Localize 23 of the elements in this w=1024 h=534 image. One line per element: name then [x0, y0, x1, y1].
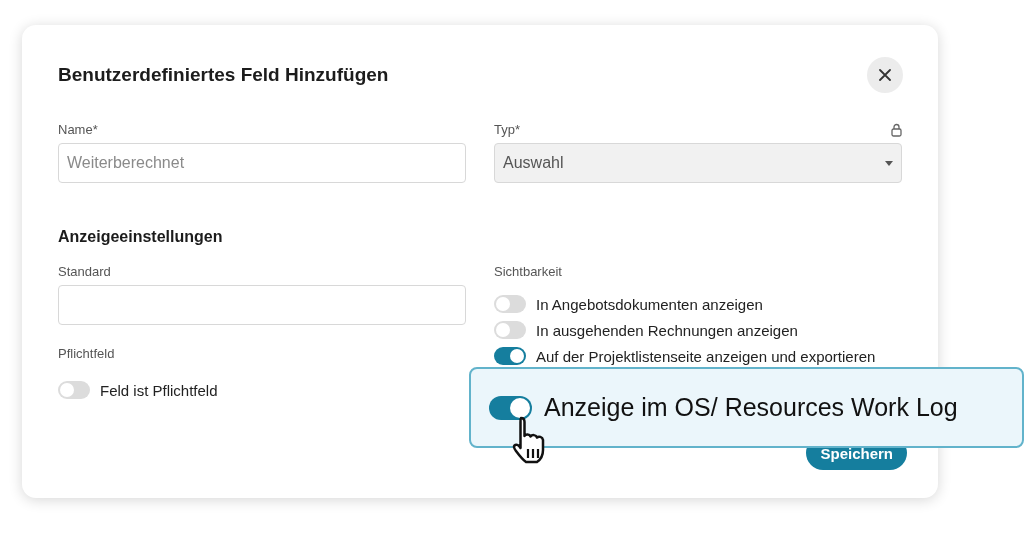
toggle-switch[interactable]: [494, 295, 526, 313]
close-icon: [879, 69, 891, 81]
field-label: Name*: [58, 121, 98, 139]
field-label: Typ*: [494, 121, 520, 139]
select-field[interactable]: Auswahl: [494, 143, 902, 183]
section-title: Anzeigeeinstellungen: [58, 227, 224, 247]
close-button[interactable]: [867, 57, 903, 93]
input-field[interactable]: Weiterberechnet: [58, 143, 466, 183]
dialog-title: Benutzerdefiniertes Feld Hinzufügen: [58, 64, 389, 86]
toggle-switch[interactable]: [494, 347, 526, 365]
toggle-switch[interactable]: [494, 321, 526, 339]
toggle-label: In ausgehenden Rechnungen anzeigen: [536, 321, 798, 339]
input-field[interactable]: [58, 285, 466, 325]
toggle-switch[interactable]: [489, 395, 532, 420]
field-label: Sichtbarkeit: [494, 263, 562, 281]
toggle-switch[interactable]: [58, 381, 90, 399]
toggle-label: In Angebotsdokumenten anzeigen: [536, 295, 763, 313]
toggle-label: Feld ist Pflichtfeld: [100, 381, 218, 399]
caret-icon: [885, 160, 893, 166]
toggle-label: Anzeige im OS/ Resources Work Log: [544, 393, 958, 422]
field-label: Standard: [58, 263, 111, 281]
toggle-label: Auf der Projektlistenseite anzeigen und exportieren: [536, 347, 876, 365]
field-label: Pflichtfeld: [58, 345, 115, 363]
